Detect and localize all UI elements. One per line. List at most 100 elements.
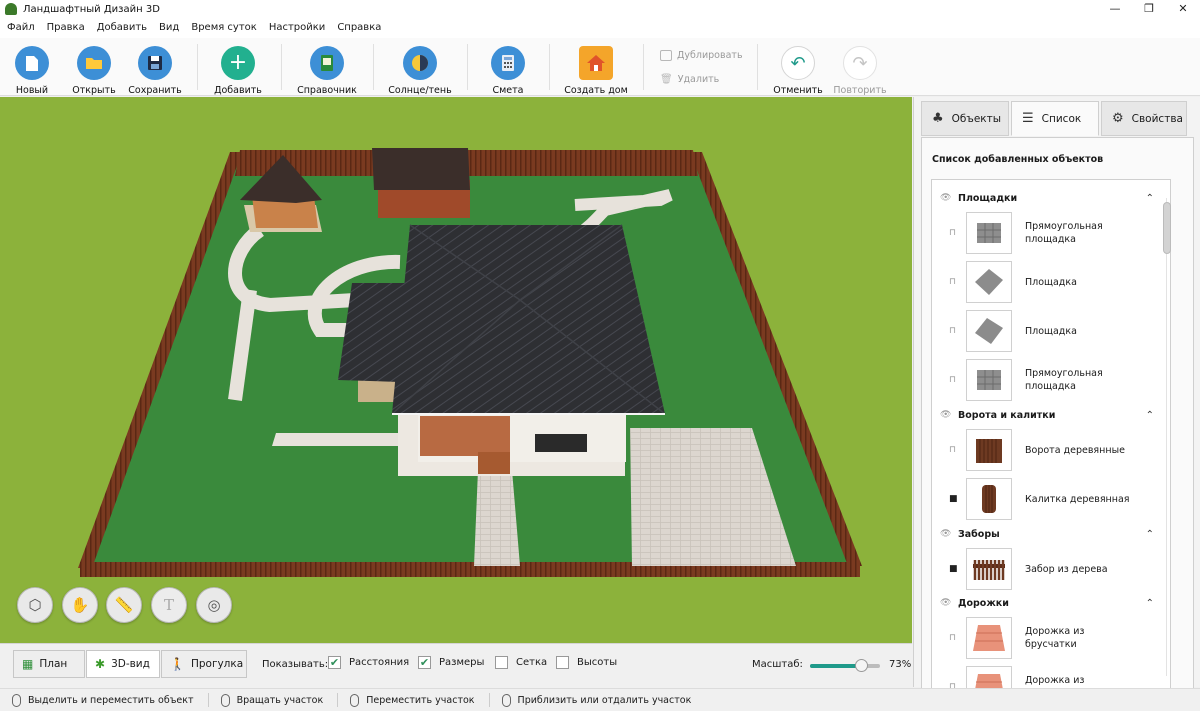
zoom-slider[interactable] <box>810 659 880 672</box>
mouse-icon <box>501 693 511 707</box>
list-item[interactable]: ⊓ Дорожка из брусчатки <box>932 615 1170 661</box>
toolbar: Новый Открыть Сохранить + Добавить Справ… <box>0 38 1200 96</box>
eye-icon[interactable]: 👁 <box>940 193 954 203</box>
list-title: Список добавленных объектов <box>932 154 1104 165</box>
ruler-icon: 📏 <box>114 596 134 614</box>
group-header[interactable]: 👁 Заборы ⌃ <box>932 524 1170 544</box>
duplicate-button[interactable]: Дублировать <box>660 50 743 61</box>
path-front-left <box>272 433 415 446</box>
eye-icon[interactable]: 👁 <box>940 410 954 420</box>
scrollbar-thumb[interactable] <box>1163 202 1171 254</box>
save-button[interactable]: Сохранить <box>128 38 182 96</box>
lock-open-icon[interactable]: ⊓ <box>949 277 963 287</box>
calculator-icon <box>491 46 525 80</box>
menu-help[interactable]: Справка <box>331 18 387 38</box>
menu-edit[interactable]: Правка <box>41 18 91 38</box>
menu-file[interactable]: Файл <box>1 18 41 38</box>
checkbox-heights[interactable]: Высоты <box>556 656 617 669</box>
floppy-disk-icon <box>138 46 172 80</box>
item-thumbnail <box>966 310 1012 352</box>
house-brick-wall <box>420 416 510 456</box>
plan-icon: ▦ <box>22 657 34 671</box>
redo-button[interactable]: ↷ Повторить <box>832 38 888 96</box>
item-thumbnail <box>966 359 1012 401</box>
list-item[interactable]: ■ Забор из дерева <box>932 546 1170 592</box>
tree-icon: ♣ <box>932 111 944 126</box>
menu-bar: Файл Правка Добавить Вид Время суток Нас… <box>0 18 1200 38</box>
text-button[interactable]: T <box>151 587 187 623</box>
undo-button[interactable]: ↶ Отменить <box>772 38 824 96</box>
tab-plan[interactable]: ▦ План <box>13 650 85 678</box>
estimate-button[interactable]: Смета <box>486 38 530 96</box>
add-button[interactable]: + Добавить <box>212 38 264 96</box>
checkbox-distances[interactable]: ✔ Расстояния <box>328 656 409 669</box>
menu-settings[interactable]: Настройки <box>263 18 331 38</box>
chevron-up-icon[interactable]: ⌃ <box>1146 193 1154 204</box>
new-button[interactable]: Новый <box>10 38 54 96</box>
layers-icon: ◎ <box>207 596 221 614</box>
group-header[interactable]: 👁 Площадки ⌃ <box>932 188 1170 208</box>
group-header[interactable]: 👁 Дорожки ⌃ <box>932 593 1170 613</box>
zoom-value: 73% <box>889 659 912 670</box>
list-item[interactable]: ⊓ Ворота деревянные <box>932 427 1170 473</box>
item-thumbnail <box>966 261 1012 303</box>
menu-time-of-day[interactable]: Время суток <box>185 18 263 38</box>
chevron-up-icon[interactable]: ⌃ <box>1146 598 1154 609</box>
delete-button[interactable]: 🗑 Удалить <box>660 74 719 85</box>
scene-canvas <box>0 97 912 643</box>
list-item[interactable]: ⊓ Прямоугольная площадка <box>932 210 1170 256</box>
checkbox-grid[interactable]: Сетка <box>495 656 547 669</box>
objects-list[interactable]: 👁 Площадки ⌃ ⊓ Прямоугольная площадка ⊓ … <box>931 179 1171 699</box>
3d-viewport[interactable] <box>0 97 912 643</box>
zoom-slider-handle[interactable] <box>855 659 869 672</box>
lock-closed-icon[interactable]: ■ <box>949 494 963 504</box>
tab-properties[interactable]: ⚙ Свойства <box>1101 101 1187 136</box>
lock-open-icon[interactable]: ⊓ <box>949 445 963 455</box>
tab-3d-view[interactable]: ✱ 3D-вид <box>86 650 160 678</box>
lock-open-icon[interactable]: ⊓ <box>949 326 963 336</box>
menu-add[interactable]: Добавить <box>91 18 153 38</box>
house-window <box>535 434 587 452</box>
create-house-button[interactable]: Создать дом <box>564 38 628 96</box>
minimize-button[interactable]: — <box>1098 0 1132 18</box>
eye-icon[interactable]: 👁 <box>940 598 954 608</box>
maximize-button[interactable]: ❐ <box>1132 0 1166 18</box>
chevron-up-icon[interactable]: ⌃ <box>1146 529 1154 540</box>
menu-view[interactable]: Вид <box>153 18 185 38</box>
lock-open-icon[interactable]: ⊓ <box>949 228 963 238</box>
list-item[interactable]: ⊓ Площадка <box>932 308 1170 354</box>
list-item[interactable]: ⊓ Площадка <box>932 259 1170 305</box>
list-scrollbar[interactable] <box>1162 198 1172 676</box>
close-button[interactable]: ✕ <box>1166 0 1200 18</box>
tab-walk[interactable]: 🚶 Прогулка <box>161 650 247 678</box>
app-window: Ландшафтный Дизайн 3D — ❐ ✕ Файл Правка … <box>0 0 1200 711</box>
book-icon <box>310 46 344 80</box>
mouse-icon <box>12 693 21 707</box>
pan-button[interactable]: ✋ <box>62 587 98 623</box>
status-hint-rotate: Вращать участок <box>220 693 323 707</box>
folder-icon <box>77 46 111 80</box>
open-button[interactable]: Открыть <box>70 38 118 96</box>
chevron-up-icon[interactable]: ⌃ <box>1146 410 1154 421</box>
sun-shadow-button[interactable]: Солнце/тень <box>388 38 452 96</box>
tab-list[interactable]: ☰ Список <box>1011 101 1099 136</box>
item-thumbnail <box>966 617 1012 659</box>
checkbox-sizes[interactable]: ✔ Размеры <box>418 656 484 669</box>
list-item[interactable]: ⊓ Прямоугольная площадка <box>932 357 1170 403</box>
reference-button[interactable]: Справочник <box>296 38 358 96</box>
3d-grass-icon: ✱ <box>95 657 106 671</box>
tab-objects[interactable]: ♣ Объекты <box>921 101 1009 136</box>
layers-button[interactable]: ◎ <box>196 587 232 623</box>
lock-open-icon[interactable]: ⊓ <box>949 633 963 643</box>
layers-icon: ☰ <box>1022 111 1034 126</box>
ruler-button[interactable]: 📏 <box>106 587 142 623</box>
checkmark-icon: ✔ <box>328 656 341 669</box>
lock-closed-icon[interactable]: ■ <box>949 564 963 574</box>
group-header[interactable]: 👁 Ворота и калитки ⌃ <box>932 405 1170 425</box>
status-hint-select: Выделить и переместить объект <box>12 693 194 707</box>
list-item[interactable]: ■ Калитка деревянная <box>932 476 1170 522</box>
move-object-button[interactable]: ⬡ <box>17 587 53 623</box>
list-tab-body: Список добавленных объектов 👁 Площадки ⌃… <box>921 137 1194 702</box>
lock-open-icon[interactable]: ⊓ <box>949 375 963 385</box>
eye-icon[interactable]: 👁 <box>940 529 954 539</box>
